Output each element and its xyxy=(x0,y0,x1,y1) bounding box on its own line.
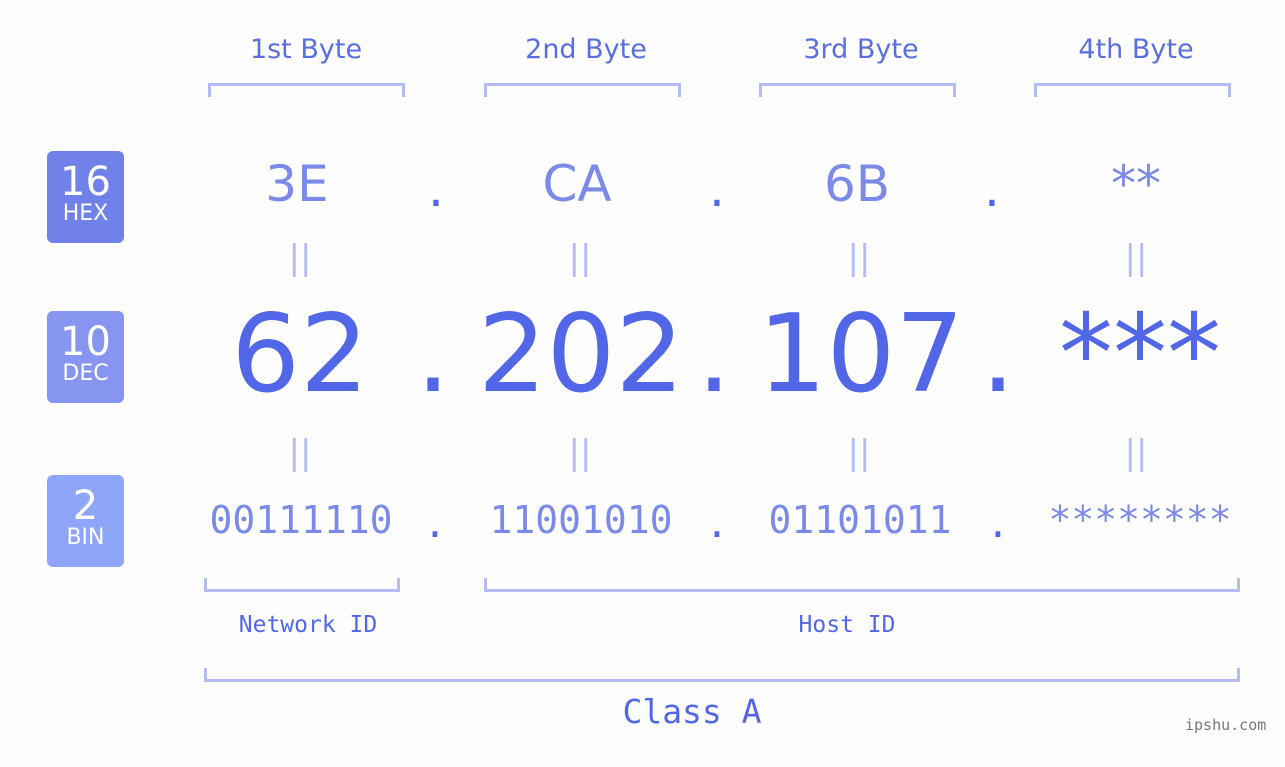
equals-dec-bin-3: || xyxy=(847,433,871,473)
hex-byte-4: ** xyxy=(1111,155,1161,213)
dec-dot-1: . xyxy=(415,292,451,417)
bin-badge-base: 2 xyxy=(72,483,99,529)
bin-dot-2: . xyxy=(705,502,729,546)
hex-dot-2: . xyxy=(709,160,725,218)
hex-byte-2: CA xyxy=(542,155,612,213)
byte-header-3: 3rd Byte xyxy=(803,34,919,65)
bin-dot-3: . xyxy=(986,502,1010,546)
dec-byte-3: 107 xyxy=(757,292,965,417)
bin-byte-3: 01101011 xyxy=(768,498,952,542)
equals-hex-dec-4: || xyxy=(1124,238,1148,278)
byte-bracket-4 xyxy=(1034,83,1231,97)
class-label: Class A xyxy=(622,692,762,731)
hex-badge: 16 HEX xyxy=(47,151,124,243)
bin-badge-label: BIN xyxy=(66,525,105,550)
equals-hex-dec-3: || xyxy=(847,238,871,278)
bin-byte-1: 00111110 xyxy=(209,498,393,542)
byte-bracket-3 xyxy=(759,83,956,97)
dec-badge-base: 10 xyxy=(60,319,111,365)
equals-dec-bin-4: || xyxy=(1124,433,1148,473)
bin-byte-4: ******** xyxy=(1048,498,1232,542)
bin-badge: 2 BIN xyxy=(47,475,124,567)
network-id-label: Network ID xyxy=(238,612,378,638)
byte-header-4: 4th Byte xyxy=(1078,34,1194,65)
equals-hex-dec-1: || xyxy=(288,238,312,278)
dec-byte-4: *** xyxy=(1059,292,1221,417)
hex-dot-3: . xyxy=(984,160,1000,218)
dec-dot-3: . xyxy=(980,292,1016,417)
watermark: ipshu.com xyxy=(1185,716,1267,734)
hex-byte-1: 3E xyxy=(265,155,329,213)
byte-bracket-2 xyxy=(484,83,681,97)
byte-header-1: 1st Byte xyxy=(249,34,363,65)
hex-byte-3: 6B xyxy=(823,155,891,213)
dec-byte-2: 202 xyxy=(477,292,685,417)
class-bracket xyxy=(204,668,1240,682)
host-id-label: Host ID xyxy=(798,612,896,638)
byte-header-2: 2nd Byte xyxy=(525,34,647,65)
hex-dot-1: . xyxy=(428,160,444,218)
bin-byte-2: 11001010 xyxy=(489,498,673,542)
equals-dec-bin-1: || xyxy=(288,433,312,473)
host-id-bracket xyxy=(484,578,1240,592)
dec-badge: 10 DEC xyxy=(47,311,124,403)
dec-dot-2: . xyxy=(696,292,732,417)
equals-hex-dec-2: || xyxy=(568,238,592,278)
equals-dec-bin-2: || xyxy=(568,433,592,473)
dec-byte-1: 62 xyxy=(231,292,369,417)
dec-badge-label: DEC xyxy=(62,361,109,386)
hex-badge-label: HEX xyxy=(62,201,109,226)
hex-badge-base: 16 xyxy=(60,159,111,205)
bin-dot-1: . xyxy=(423,502,447,546)
byte-bracket-1 xyxy=(208,83,405,97)
network-id-bracket xyxy=(204,578,400,592)
